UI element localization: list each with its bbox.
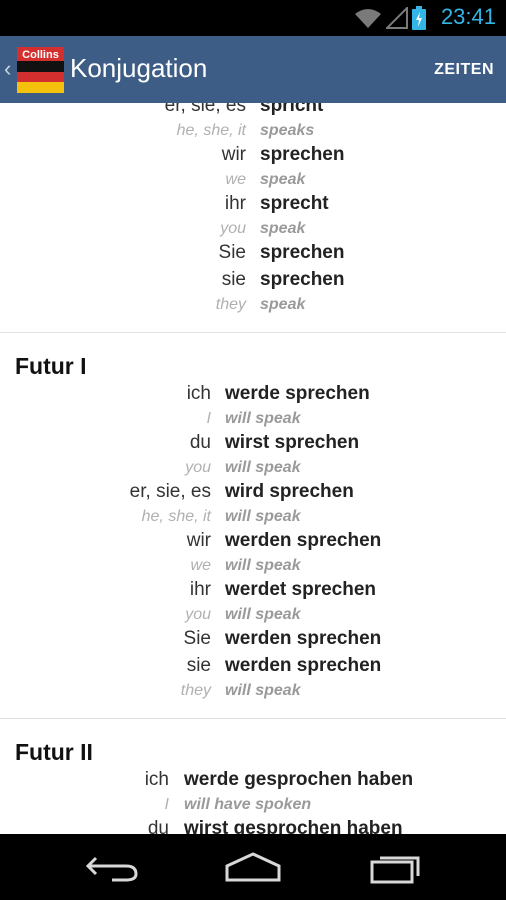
pronoun: Sie xyxy=(218,242,246,263)
home-icon[interactable] xyxy=(223,850,283,884)
translation-row: I will speak xyxy=(0,408,506,432)
verb-form: sprecht xyxy=(260,193,329,214)
section-title: Futur II xyxy=(15,739,93,765)
verb-form: werden sprechen xyxy=(225,530,382,551)
translation-pronoun: he, she, it xyxy=(176,122,246,139)
section-title: Futur I xyxy=(15,353,87,379)
verb-form: werde sprechen xyxy=(225,383,370,404)
translation-verb: will speak xyxy=(225,459,301,476)
translation-verb: speak xyxy=(260,171,306,188)
verb-form: werdet sprechen xyxy=(225,579,376,600)
translation-verb: will speak xyxy=(225,557,301,574)
conjugation-row: ich werde gesprochen haben xyxy=(0,769,506,794)
translation-verb: will have spoken xyxy=(184,796,312,813)
translation-pronoun: they xyxy=(215,296,246,313)
section-prasens: er, sie, es spricht he, she, it speaks w… xyxy=(0,103,506,333)
battery-icon xyxy=(412,6,426,30)
pronoun: Sie xyxy=(183,628,211,649)
conjugation-row: wir sprechen xyxy=(0,144,506,169)
german-flag-icon: Collins xyxy=(17,47,64,93)
conjugation-row: er, sie, es spricht xyxy=(0,103,506,120)
translation-verb: speaks xyxy=(260,122,315,139)
translation-pronoun: I xyxy=(164,796,169,813)
conjugation-row: er, sie, es wird sprechen xyxy=(0,481,506,506)
conjugation-row: ich werde sprechen xyxy=(0,383,506,408)
status-bar: 23:41 xyxy=(0,0,506,36)
conjugation-row: wir werden sprechen xyxy=(0,530,506,555)
section-futur-1: Futur I ich werde sprechen I will speak … xyxy=(0,333,506,719)
pronoun: du xyxy=(189,432,211,453)
translation-pronoun: you xyxy=(220,220,246,237)
translation-pronoun: they xyxy=(180,682,211,699)
conjugation-list[interactable]: er, sie, es spricht he, she, it speaks w… xyxy=(0,103,506,834)
verb-form: sprechen xyxy=(260,242,345,263)
verb-form: wirst gesprochen haben xyxy=(184,818,403,834)
status-clock: 23:41 xyxy=(440,4,496,29)
conjugation-row: du wirst sprechen xyxy=(0,432,506,457)
zeiten-button[interactable]: ZEITEN xyxy=(434,61,494,79)
status-icons xyxy=(354,6,426,30)
page-title: Konjugation xyxy=(70,53,208,83)
verb-form: sprechen xyxy=(260,144,345,165)
conjugation-row: sie werden sprechen xyxy=(0,655,506,680)
back-icon[interactable] xyxy=(82,850,142,884)
verb-form: werde gesprochen haben xyxy=(184,769,414,790)
conjugation-row: sie sprechen xyxy=(0,269,506,294)
action-bar: ‹ Collins Konjugation ZEITEN xyxy=(0,36,506,103)
verb-form: werden sprechen xyxy=(225,655,382,676)
pronoun: ihr xyxy=(189,579,211,600)
verb-form: wird sprechen xyxy=(225,481,354,502)
conjugation-row: ihr werdet sprechen xyxy=(0,579,506,604)
translation-row: he, she, it speaks xyxy=(0,120,506,144)
translation-verb: will speak xyxy=(225,606,301,623)
translation-verb: speak xyxy=(260,220,306,237)
verb-form: spricht xyxy=(260,103,324,116)
pronoun: er, sie, es xyxy=(129,481,211,502)
verb-form: werden sprechen xyxy=(225,628,382,649)
translation-row: they speak xyxy=(0,294,506,318)
translation-pronoun: I xyxy=(206,410,211,427)
recents-icon[interactable] xyxy=(366,850,426,884)
translation-row: you speak xyxy=(0,218,506,242)
translation-row: we speak xyxy=(0,169,506,193)
translation-row: they will speak xyxy=(0,680,506,704)
translation-row: we will speak xyxy=(0,555,506,579)
translation-pronoun: you xyxy=(185,459,211,476)
translation-pronoun: we xyxy=(190,557,211,574)
conjugation-row: Sie sprechen xyxy=(0,242,506,267)
app-logo[interactable]: Collins xyxy=(17,47,64,93)
pronoun: sie xyxy=(221,269,246,290)
translation-row: you will speak xyxy=(0,604,506,628)
svg-text:Collins: Collins xyxy=(22,49,59,61)
translation-pronoun: you xyxy=(185,606,211,623)
navigation-bar xyxy=(0,834,506,900)
pronoun: sie xyxy=(186,655,211,676)
signal-icon xyxy=(386,7,408,29)
conjugation-row: ihr sprecht xyxy=(0,193,506,218)
pronoun: ich xyxy=(186,383,211,404)
verb-form: sprechen xyxy=(260,269,345,290)
conjugation-row: Sie werden sprechen xyxy=(0,628,506,653)
translation-verb: will speak xyxy=(225,410,301,427)
translation-row: I will have spoken xyxy=(0,794,506,818)
pronoun: ich xyxy=(144,769,169,790)
translation-pronoun: we xyxy=(225,171,246,188)
pronoun: wir xyxy=(221,144,246,165)
translation-verb: will speak xyxy=(225,508,301,525)
translation-verb: will speak xyxy=(225,682,301,699)
wifi-icon xyxy=(355,9,381,28)
translation-row: he, she, it will speak xyxy=(0,506,506,530)
conjugation-row: du wirst gesprochen haben xyxy=(0,818,506,834)
translation-verb: speak xyxy=(260,296,306,313)
pronoun: wir xyxy=(186,530,211,551)
verb-form: wirst sprechen xyxy=(225,432,360,453)
section-futur-2: Futur II ich werde gesprochen haben I wi… xyxy=(0,719,506,834)
pronoun: ihr xyxy=(224,193,246,214)
pronoun: du xyxy=(147,818,169,834)
translation-row: you will speak xyxy=(0,457,506,481)
translation-pronoun: he, she, it xyxy=(141,508,211,525)
pronoun: er, sie, es xyxy=(164,103,246,116)
up-caret-icon[interactable]: ‹ xyxy=(4,56,11,82)
